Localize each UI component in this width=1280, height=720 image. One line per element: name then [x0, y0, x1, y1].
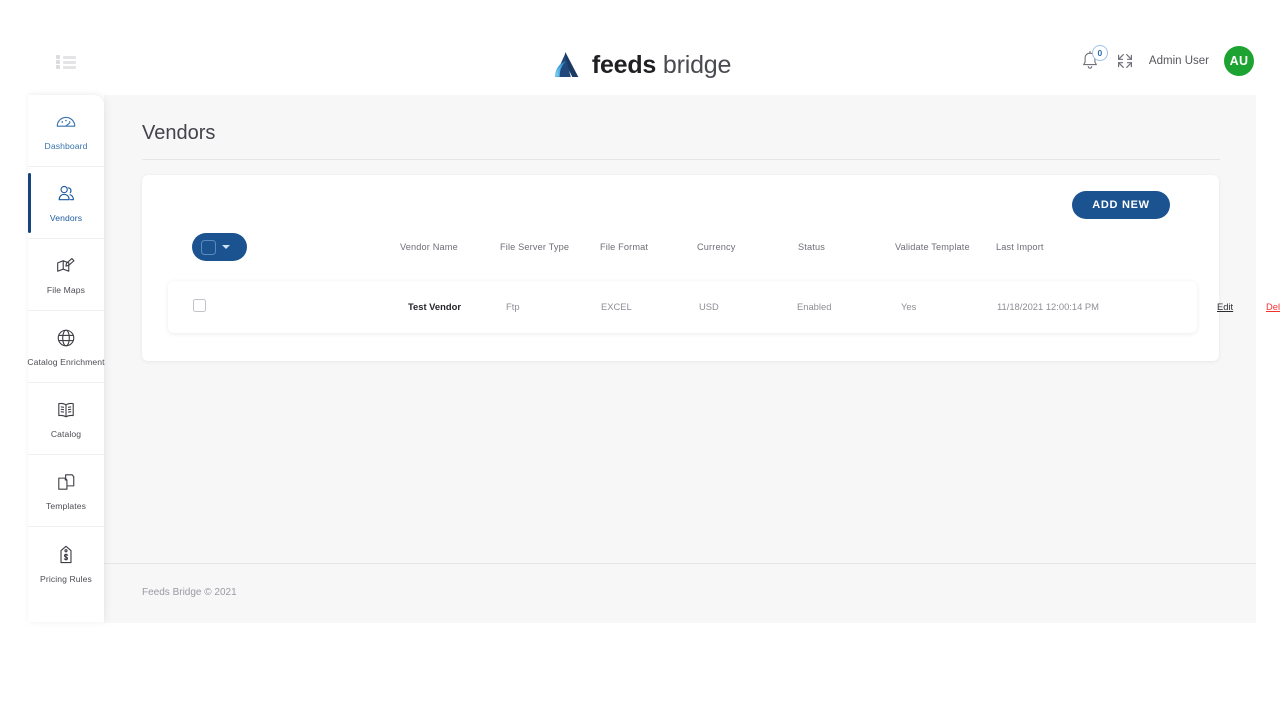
users-icon — [58, 185, 74, 201]
footer-copyright: Feeds Bridge © 2021 — [142, 587, 237, 598]
documents-icon — [58, 474, 75, 490]
feeds-bridge-triangle-logo — [554, 52, 579, 77]
sidebar-item-label: Templates — [45, 501, 87, 511]
price-tag-icon — [60, 545, 72, 563]
row-select-checkbox[interactable] — [193, 299, 206, 312]
sidebar-item-label: Catalog — [50, 429, 82, 439]
chevron-down-icon[interactable] — [222, 245, 230, 249]
brand-name-bold: feeds — [591, 50, 657, 79]
brand-logo[interactable]: feeds bridge — [549, 48, 731, 82]
sidebar: Dashboard Vendors File Maps Catalog Enri… — [27, 95, 105, 622]
sidebar-item-label: Catalog Enrichment — [27, 357, 105, 367]
list-menu-icon[interactable] — [56, 55, 76, 69]
column-header-status[interactable]: Status — [798, 242, 825, 252]
sidebar-item-templates[interactable]: Templates — [28, 455, 104, 527]
footer-divider — [104, 563, 1256, 564]
cell-currency: USD — [699, 301, 719, 312]
cell-status: Enabled — [797, 301, 832, 312]
vendors-card: ADD NEW Vendor Name File Server Type Fil… — [142, 175, 1280, 361]
notifications-button[interactable]: 0 — [1079, 45, 1108, 74]
edit-link[interactable]: Edit — [1217, 301, 1233, 312]
sidebar-item-label: Pricing Rules — [40, 573, 92, 584]
sidebar-item-file-maps[interactable]: File Maps — [28, 239, 104, 311]
gauge-icon — [56, 116, 76, 127]
column-header-last-import[interactable]: Last Import — [996, 242, 1044, 252]
column-header-currency[interactable]: Currency — [697, 242, 735, 252]
sidebar-item-catalog[interactable]: Catalog — [28, 383, 104, 455]
column-header-vendor-name[interactable]: Vendor Name — [400, 242, 458, 252]
sidebar-item-label: File Maps — [46, 285, 86, 295]
cell-vendor-name: Test Vendor — [408, 301, 461, 312]
brand-text: feeds bridge — [591, 50, 732, 80]
app-root: feeds bridge 0 Admin User AU Dashboard V… — [0, 0, 1280, 720]
main-content: Vendors ADD NEW Vendor Name File Server … — [104, 95, 1280, 623]
sidebar-item-dashboard[interactable]: Dashboard — [28, 95, 104, 167]
select-all-pill[interactable] — [192, 233, 247, 261]
table-row[interactable]: Test Vendor Ftp EXCEL USD Enabled Yes 11… — [168, 281, 1280, 333]
column-header-file-server-type[interactable]: File Server Type — [500, 242, 569, 252]
delete-link[interactable]: Delete — [1266, 301, 1280, 312]
column-header-file-format[interactable]: File Format — [600, 242, 648, 252]
notification-count-badge: 0 — [1091, 45, 1108, 61]
add-new-button[interactable]: ADD NEW — [1072, 191, 1170, 219]
title-divider — [142, 159, 1220, 160]
cell-file-format: EXCEL — [601, 301, 632, 312]
avatar[interactable]: AU — [1224, 46, 1254, 76]
table-header-row: Vendor Name File Server Type File Format… — [142, 233, 1219, 267]
column-header-validate-template[interactable]: Validate Template — [895, 242, 970, 252]
page-title: Vendors — [142, 122, 216, 144]
top-bar-actions: 0 Admin User AU — [1079, 45, 1254, 76]
sidebar-item-catalog-enrichment[interactable]: Catalog Enrichment — [27, 311, 105, 383]
brand-name-light: bridge — [662, 50, 732, 79]
globe-icon — [57, 329, 75, 347]
cell-file-server-type: Ftp — [506, 301, 520, 312]
sidebar-item-pricing-rules[interactable]: Pricing Rules — [28, 527, 104, 599]
user-name-label: Admin User — [1148, 55, 1209, 67]
sidebar-item-label: Dashboard — [44, 141, 88, 151]
map-icon — [57, 257, 75, 272]
sidebar-item-vendors[interactable]: Vendors — [28, 167, 104, 239]
cell-last-import: 11/18/2021 12:00:14 PM — [997, 301, 1099, 312]
select-all-checkbox[interactable] — [201, 239, 216, 255]
open-book-icon — [58, 402, 74, 418]
sidebar-item-label: Vendors — [49, 213, 83, 223]
cell-validate-template: Yes — [901, 301, 917, 312]
top-bar: feeds bridge 0 Admin User AU — [0, 0, 1280, 95]
expand-fullscreen-icon[interactable] — [1116, 52, 1134, 70]
